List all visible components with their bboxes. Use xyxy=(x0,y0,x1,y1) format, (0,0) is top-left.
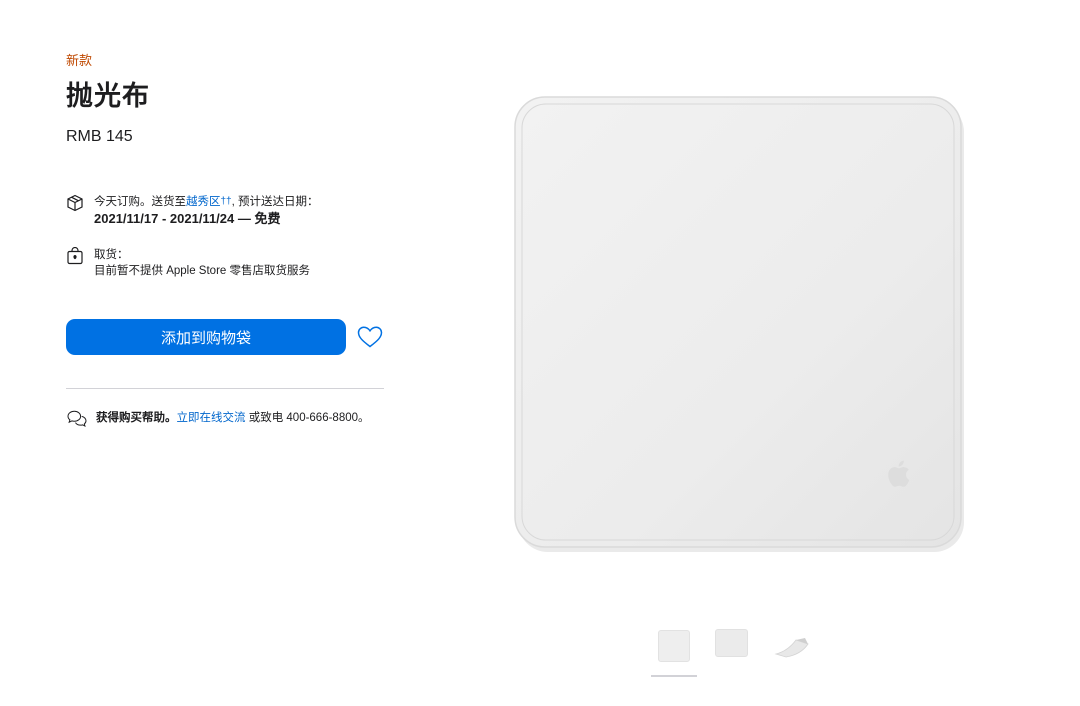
delivery-prefix: 今天订购。送货至 xyxy=(94,196,186,208)
delivery-info: 今天订购。送货至越秀区††, 预计送达日期： 2021/11/17 - 2021… xyxy=(66,194,319,228)
shopping-bag-icon xyxy=(67,247,83,265)
pickup-label: 取货： xyxy=(94,249,129,261)
selected-thumbnail-indicator xyxy=(651,675,697,677)
delivery-suffix: , 预计送达日期： xyxy=(231,196,319,208)
add-to-bag-button[interactable]: 添加到购物袋 xyxy=(66,319,346,355)
help-heading: 获得购买帮助。 xyxy=(96,412,177,424)
purchase-help: 获得购买帮助。立即在线交流 或致电 400-666-8800。 xyxy=(66,409,370,427)
delivery-dates: 2021/11/17 - 2021/11/24 — 免费 xyxy=(94,211,281,226)
thumbnail-cloth-front[interactable] xyxy=(658,630,690,662)
new-badge: 新款 xyxy=(66,53,93,68)
help-text: 获得购买帮助。立即在线交流 或致电 400-666-8800。 xyxy=(96,409,370,427)
heart-icon[interactable] xyxy=(356,325,384,349)
image-thumbnails xyxy=(650,624,820,680)
help-phone: 或致电 400-666-8800。 xyxy=(248,412,370,424)
chat-bubbles-icon xyxy=(67,410,87,427)
box-icon xyxy=(67,194,83,212)
product-price: RMB 145 xyxy=(66,128,133,145)
chat-now-link[interactable]: 立即在线交流 xyxy=(177,412,246,424)
pickup-info-text: 目前暂不提供 Apple Store 零售店取货服务 xyxy=(94,265,310,277)
thumbnail-cloth-folded[interactable] xyxy=(774,628,810,660)
delivery-location-link[interactable]: 越秀区 xyxy=(186,196,221,208)
thumbnail-cloth-flat[interactable] xyxy=(715,629,748,657)
delivery-text: 今天订购。送货至越秀区††, 预计送达日期： xyxy=(94,194,319,210)
pickup-info: 取货： 目前暂不提供 Apple Store 零售店取货服务 xyxy=(66,247,310,279)
divider xyxy=(66,388,384,389)
product-title: 抛光布 xyxy=(66,81,150,111)
delivery-location-mark: †† xyxy=(220,196,232,207)
product-image xyxy=(514,96,964,552)
